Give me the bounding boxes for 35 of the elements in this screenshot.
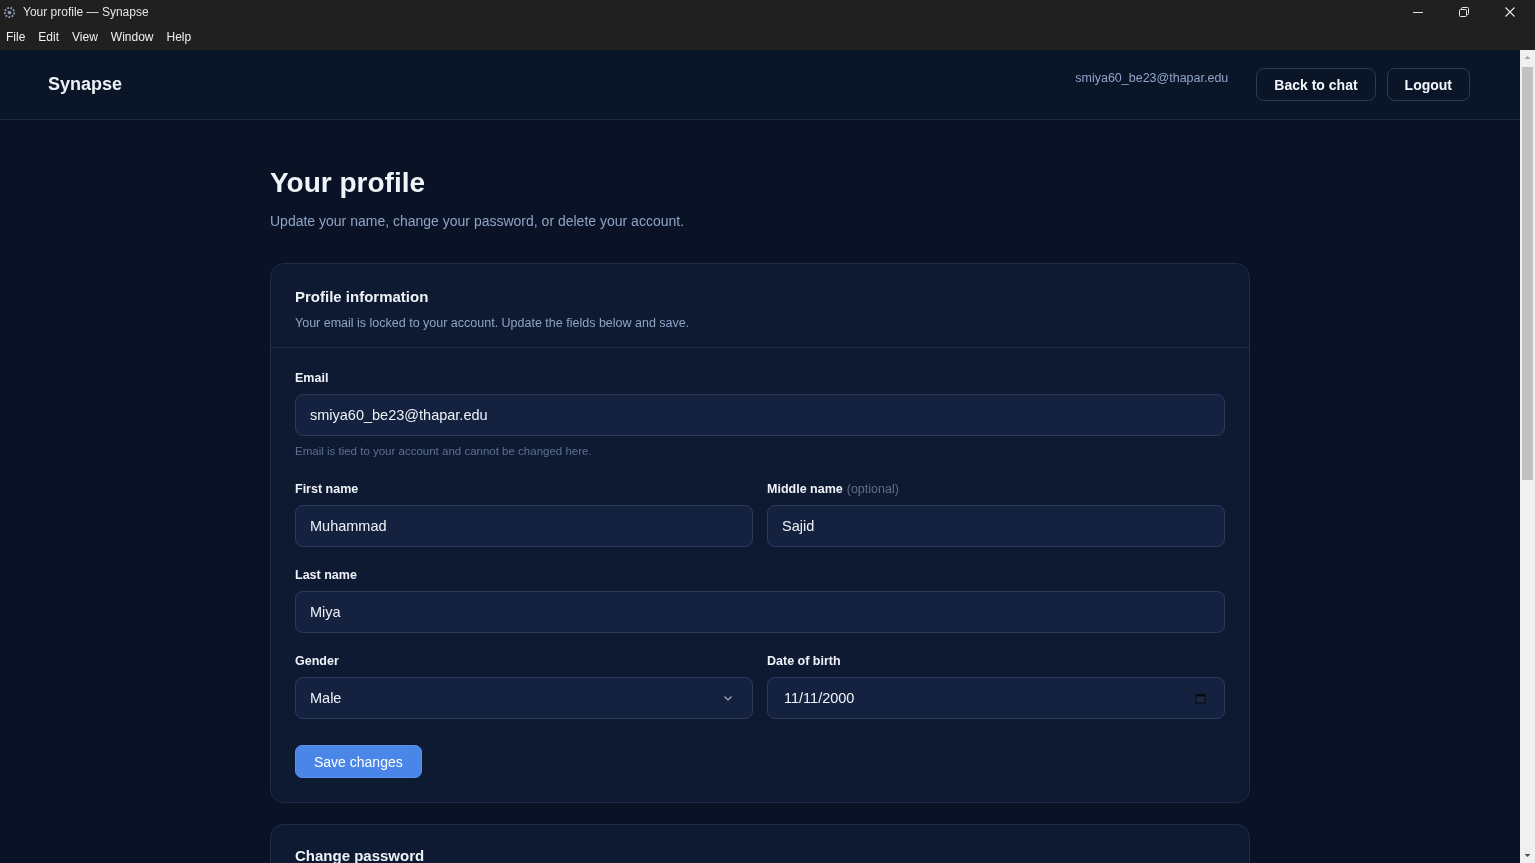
field-label: Last name [295,567,357,583]
restore-icon[interactable] [1459,7,1469,17]
header-button[interactable]: Logout [1386,68,1470,101]
field-help-text: Email is tied to your account and cannot be changed here. [295,444,593,459]
date-field[interactable]: 11/11/2000 [767,677,1225,719]
scrollbar[interactable] [1520,50,1535,863]
user-email: smiya60_be23@thapar.edu [1075,71,1229,85]
menu-item[interactable]: Window [110,30,154,44]
text-field[interactable]: smiya60_be23@thapar.edu [295,394,1225,436]
chevron-down-icon [724,695,732,701]
select-field[interactable]: Male [295,677,753,719]
field-label: Date of birth [767,653,841,669]
close-icon[interactable] [1505,7,1515,17]
card-description: Your email is locked to your account. Update the fields below and save. [295,315,691,332]
minimize-icon[interactable] [1413,11,1423,13]
menu-item[interactable]: View [72,30,98,44]
optional-note: (optional) [846,481,899,497]
menu-item[interactable]: Edit [38,30,60,44]
header-button[interactable]: Back to chat [1256,68,1376,101]
card-title: Profile information [295,287,430,307]
page-title: Your profile [270,166,427,200]
brand-name: Synapse [48,74,123,95]
field-label: First name [295,481,359,497]
save-button[interactable]: Save changes [295,745,422,778]
menu-item[interactable]: File [6,30,26,44]
gear-icon [3,5,16,19]
text-field[interactable]: Muhammad [295,505,753,547]
page-subtitle: Update your name, change your password, or delete your account. [270,212,686,231]
text-field[interactable]: Miya [295,591,1225,633]
field-label: Middle name [767,481,843,497]
window-title: Your profile — Synapse [23,5,149,19]
menu-item[interactable]: Help [166,30,192,44]
field-label: Email [295,370,329,386]
text-field[interactable]: Sajid [767,505,1225,547]
field-label: Gender [295,653,339,669]
